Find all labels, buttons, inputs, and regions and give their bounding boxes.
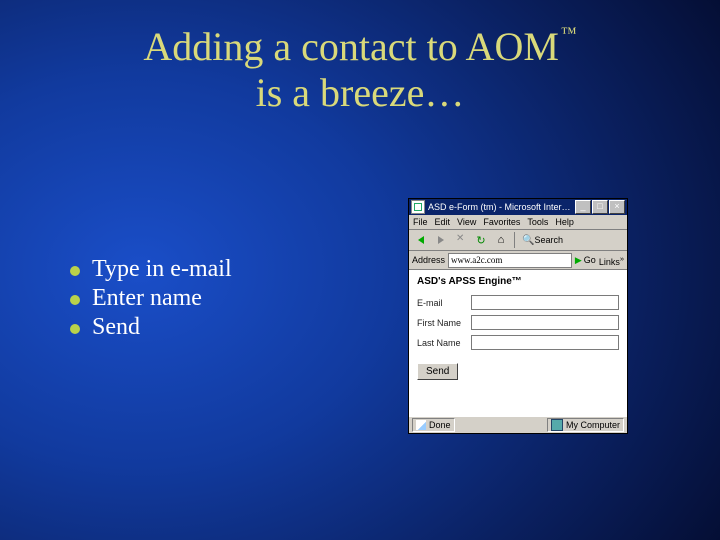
stop-icon: [456, 235, 466, 245]
menu-tools[interactable]: Tools: [527, 217, 548, 227]
search-label: Search: [534, 235, 563, 245]
browser-screenshot: ASD e-Form (tm) - Microsoft Inter… _ □ ×…: [408, 198, 628, 434]
home-button[interactable]: ⌂: [492, 231, 510, 249]
computer-icon: [551, 419, 563, 431]
list-item: Send: [70, 314, 370, 341]
field-row: E-mail: [417, 295, 619, 310]
menu-help[interactable]: Help: [555, 217, 574, 227]
address-bar: Address ▶Go Links»: [409, 251, 627, 270]
bullet-text: Type in e-mail: [92, 256, 232, 283]
trademark: ™: [561, 25, 577, 42]
separator: [514, 232, 515, 248]
address-input[interactable]: [448, 253, 572, 268]
menu-favorites[interactable]: Favorites: [483, 217, 520, 227]
search-button[interactable]: 🔍Search: [519, 231, 566, 249]
menu-file[interactable]: File: [413, 217, 428, 227]
page-heading: ASD's APSS Engine™: [417, 276, 619, 287]
minimize-button[interactable]: _: [575, 200, 591, 214]
maximize-button[interactable]: □: [592, 200, 608, 214]
list-item: Type in e-mail: [70, 256, 370, 283]
field-row: First Name: [417, 315, 619, 330]
send-button[interactable]: Send: [417, 363, 458, 380]
bullet-text: Send: [92, 314, 140, 341]
bullet-icon: [70, 266, 80, 276]
firstname-field[interactable]: [471, 315, 619, 330]
arrow-left-icon: [418, 236, 424, 244]
page-body: ASD's APSS Engine™ E-mail First Name Las…: [409, 270, 627, 416]
refresh-icon: ↻: [476, 234, 485, 247]
list-item: Enter name: [70, 285, 370, 312]
go-button[interactable]: ▶Go: [575, 255, 596, 266]
lastname-label: Last Name: [417, 338, 467, 348]
bullet-icon: [70, 324, 80, 334]
status-bar: Done My Computer: [409, 416, 627, 433]
arrow-right-icon: [438, 236, 444, 244]
go-icon: ▶: [575, 255, 582, 266]
document-icon: [416, 420, 426, 430]
field-row: Last Name: [417, 335, 619, 350]
address-label: Address: [412, 255, 445, 265]
menu-bar: File Edit View Favorites Tools Help: [409, 215, 627, 230]
stop-button[interactable]: [452, 231, 470, 249]
close-button[interactable]: ×: [609, 200, 625, 214]
email-label: E-mail: [417, 298, 467, 308]
ie-icon: [411, 200, 425, 214]
toolbar: ↻ ⌂ 🔍Search: [409, 230, 627, 251]
home-icon: ⌂: [498, 234, 505, 246]
status-done: Done: [412, 418, 455, 432]
back-button[interactable]: [412, 231, 430, 249]
status-zone: My Computer: [547, 418, 624, 432]
lastname-field[interactable]: [471, 335, 619, 350]
email-field[interactable]: [471, 295, 619, 310]
menu-view[interactable]: View: [457, 217, 476, 227]
slide-title: Adding a contact to AOM™ is a breeze…: [0, 24, 720, 116]
search-icon: 🔍: [522, 235, 534, 246]
refresh-button[interactable]: ↻: [472, 231, 490, 249]
bullet-icon: [70, 295, 80, 305]
title-line1: Adding a contact to AOM: [143, 24, 559, 69]
menu-edit[interactable]: Edit: [435, 217, 451, 227]
bullet-text: Enter name: [92, 285, 202, 312]
title-line2: is a breeze…: [256, 70, 465, 115]
bullet-list: Type in e-mail Enter name Send: [70, 254, 370, 343]
firstname-label: First Name: [417, 318, 467, 328]
forward-button[interactable]: [432, 231, 450, 249]
window-title: ASD e-Form (tm) - Microsoft Inter…: [428, 202, 574, 212]
window-titlebar: ASD e-Form (tm) - Microsoft Inter… _ □ ×: [409, 199, 627, 215]
links-label[interactable]: Links»: [599, 254, 624, 267]
